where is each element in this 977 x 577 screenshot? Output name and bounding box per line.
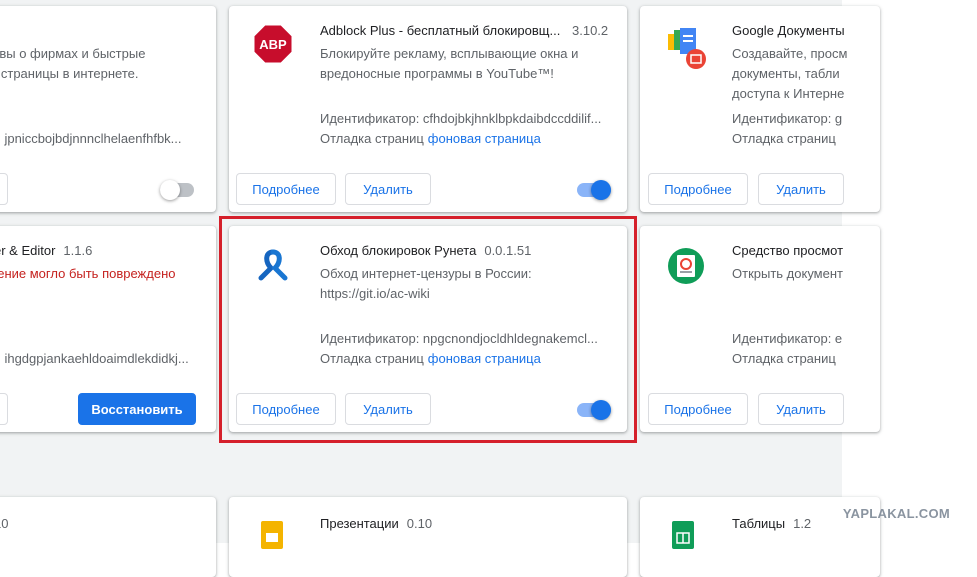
- debug-row: Отладка страниц: [732, 131, 836, 146]
- extension-card-slides: Презентации 0.10: [229, 497, 627, 577]
- enable-toggle[interactable]: [577, 180, 611, 200]
- remove-button[interactable]: Удалить: [758, 173, 844, 205]
- details-button[interactable]: Подробнее: [648, 173, 748, 205]
- extension-card-google-docs: Google Документы Создавайте, просм докум…: [640, 6, 880, 212]
- remove-button[interactable]: Удалить: [345, 173, 431, 205]
- document-viewer-icon: [666, 246, 706, 286]
- details-button[interactable]: Подробнее: [236, 173, 336, 205]
- extension-id: Идентификатор: g: [732, 111, 843, 126]
- extension-card-viewer: Средство просмот Открыть документ Иденти…: [640, 226, 880, 432]
- extension-id: Идентификатор: е: [732, 331, 843, 346]
- sheets-icon: [670, 519, 710, 559]
- extension-name: er & Editor 1.1.6: [0, 243, 93, 258]
- background-page-link[interactable]: фоновая страница: [428, 131, 541, 146]
- extension-name: Google Документы: [732, 23, 845, 38]
- details-button[interactable]: [0, 173, 8, 205]
- extension-description: Открыть документ: [732, 266, 843, 281]
- slides-icon: [259, 519, 299, 559]
- extension-name: Adblock Plus - бесплатный блокировщ...: [320, 23, 561, 38]
- extension-card-7: 10: [0, 497, 216, 577]
- extension-card-4: er & Editor 1.1.6 рение могло быть повреж…: [0, 226, 216, 432]
- highlight-box: [219, 216, 637, 443]
- remove-button[interactable]: Удалить: [758, 393, 844, 425]
- extension-version: 3.10.2: [572, 23, 609, 38]
- debug-row: Отладка страниц: [732, 351, 836, 366]
- restore-button[interactable]: Восстановить: [78, 393, 196, 425]
- details-button[interactable]: Подробнее: [648, 393, 748, 425]
- extension-id: р: jpniccbojbdjnnnclhelaenfhfbk...: [0, 131, 182, 146]
- extension-id: р: ihgdgpjankaehldoaimdlekdidkj...: [0, 351, 189, 366]
- extension-description: Создавайте, просм документы, табли досту…: [732, 46, 848, 101]
- debug-row: Отладка страниц фоновая страница: [320, 131, 541, 146]
- extension-name: Средство просмот: [732, 243, 844, 258]
- extension-card-adblock-plus: ABP Adblock Plus - бесплатный блокировщ.…: [229, 6, 627, 212]
- abp-icon: ABP: [253, 24, 293, 64]
- extension-name: Презентации 0.10: [320, 516, 433, 531]
- watermark: YAPLAKAL.COM: [842, 506, 950, 521]
- details-button[interactable]: [0, 393, 8, 425]
- corruption-warning: рение могло быть повреждено: [0, 266, 176, 281]
- extension-description: Блокируйте рекламу, всплывающие окна и в…: [320, 46, 579, 81]
- extension-version: 10: [0, 516, 9, 531]
- enable-toggle[interactable]: [160, 180, 194, 200]
- svg-text:ABP: ABP: [259, 37, 287, 52]
- extension-card-1: ывы о фирмах и быстрые й страницы в инте…: [0, 6, 216, 212]
- extension-description: ывы о фирмах и быстрые й страницы в инте…: [0, 46, 146, 81]
- extension-name: Таблицы 1.2: [732, 516, 812, 531]
- google-docs-icon: [666, 26, 706, 69]
- extension-id: Идентификатор: cfhdojbkjhnklbpkdaibdccdd…: [320, 111, 602, 126]
